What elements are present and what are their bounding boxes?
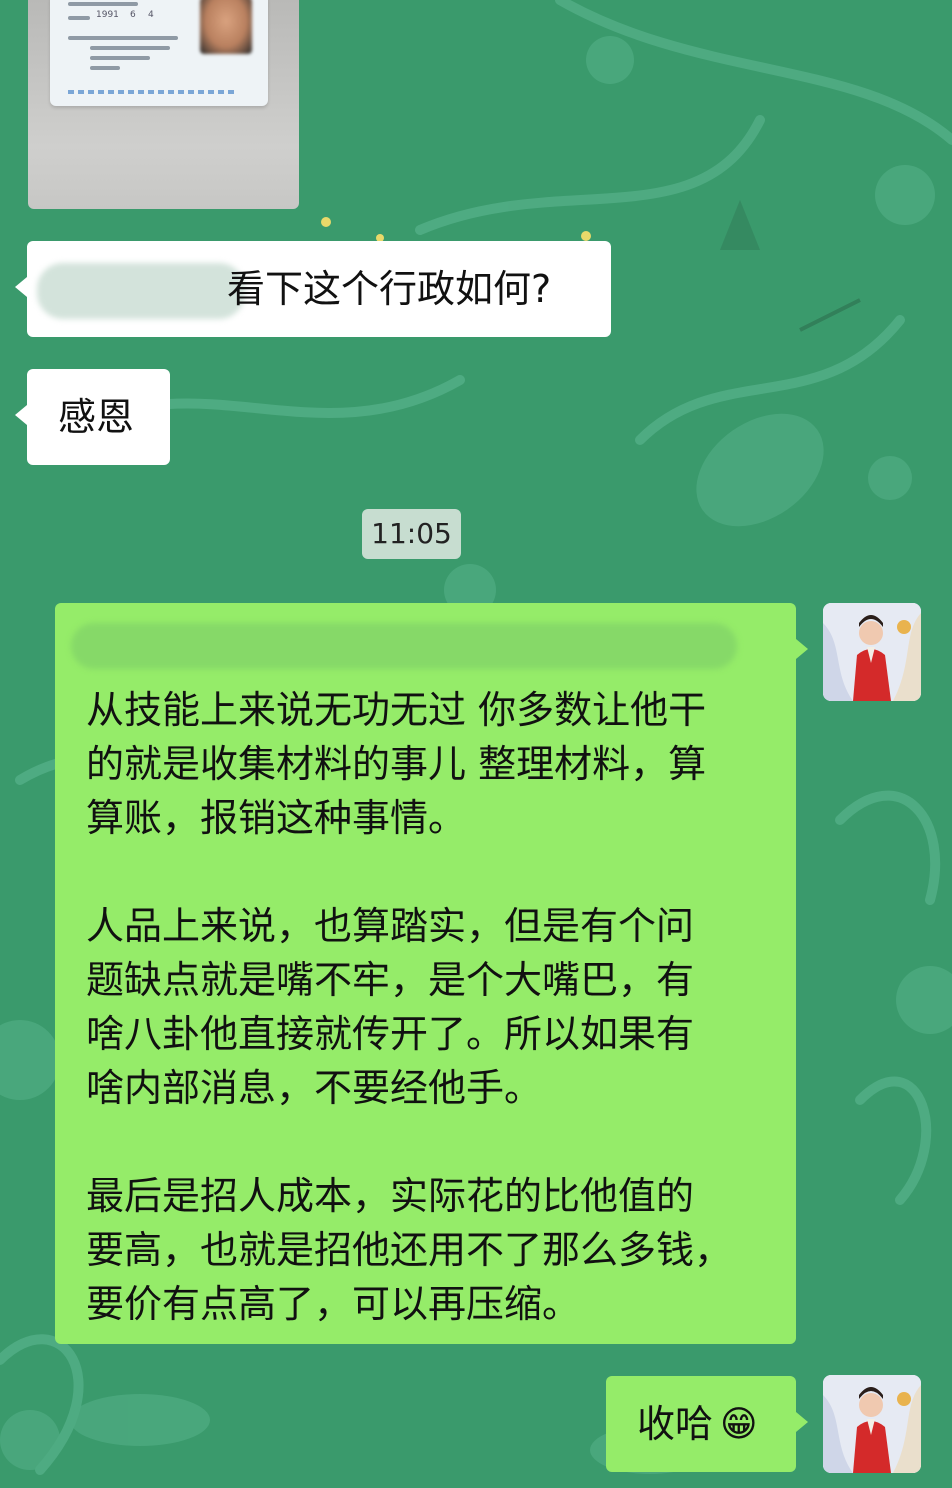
id-card-image-message[interactable]: 1991 6 4 <box>28 0 299 209</box>
grinning-emoji-icon: 😁 <box>720 1404 758 1445</box>
avatar-woman-red-hanfu-icon <box>823 603 921 701</box>
message-text: 感恩 <box>58 395 135 439</box>
self-avatar[interactable] <box>823 603 921 701</box>
message-bubble-outgoing[interactable]: 从技能上来说无功无过 你多数让他干 的就是收集材料的事儿 整理材料，算 算账，报… <box>55 603 808 1344</box>
message-text: 收哈 <box>637 1402 714 1446</box>
id-card-birth-year: 1991 <box>96 10 119 20</box>
avatar-woman-red-hanfu-icon <box>823 1375 921 1473</box>
message-bubble-incoming[interactable]: 感恩 <box>15 369 170 465</box>
message-text: 看下这个行政如何? <box>227 267 552 311</box>
message-bubble-incoming[interactable]: 看下这个行政如何? <box>15 241 611 337</box>
message-text: 从技能上来说无功无过 你多数让他干 的就是收集材料的事儿 整理材料，算 算账，报… <box>86 688 733 1326</box>
id-card-birth-day: 4 <box>148 10 154 20</box>
message-bubble-outgoing[interactable]: 收哈 😁 <box>606 1376 808 1472</box>
id-card-portrait <box>200 0 252 54</box>
message-timestamp: 11:05 <box>362 509 461 559</box>
redacted-text <box>71 623 737 669</box>
self-avatar[interactable] <box>823 1375 921 1473</box>
id-card-birth-month: 6 <box>130 10 136 20</box>
id-card: 1991 6 4 <box>50 0 268 106</box>
id-card-number <box>68 90 238 94</box>
redacted-name <box>37 263 245 319</box>
